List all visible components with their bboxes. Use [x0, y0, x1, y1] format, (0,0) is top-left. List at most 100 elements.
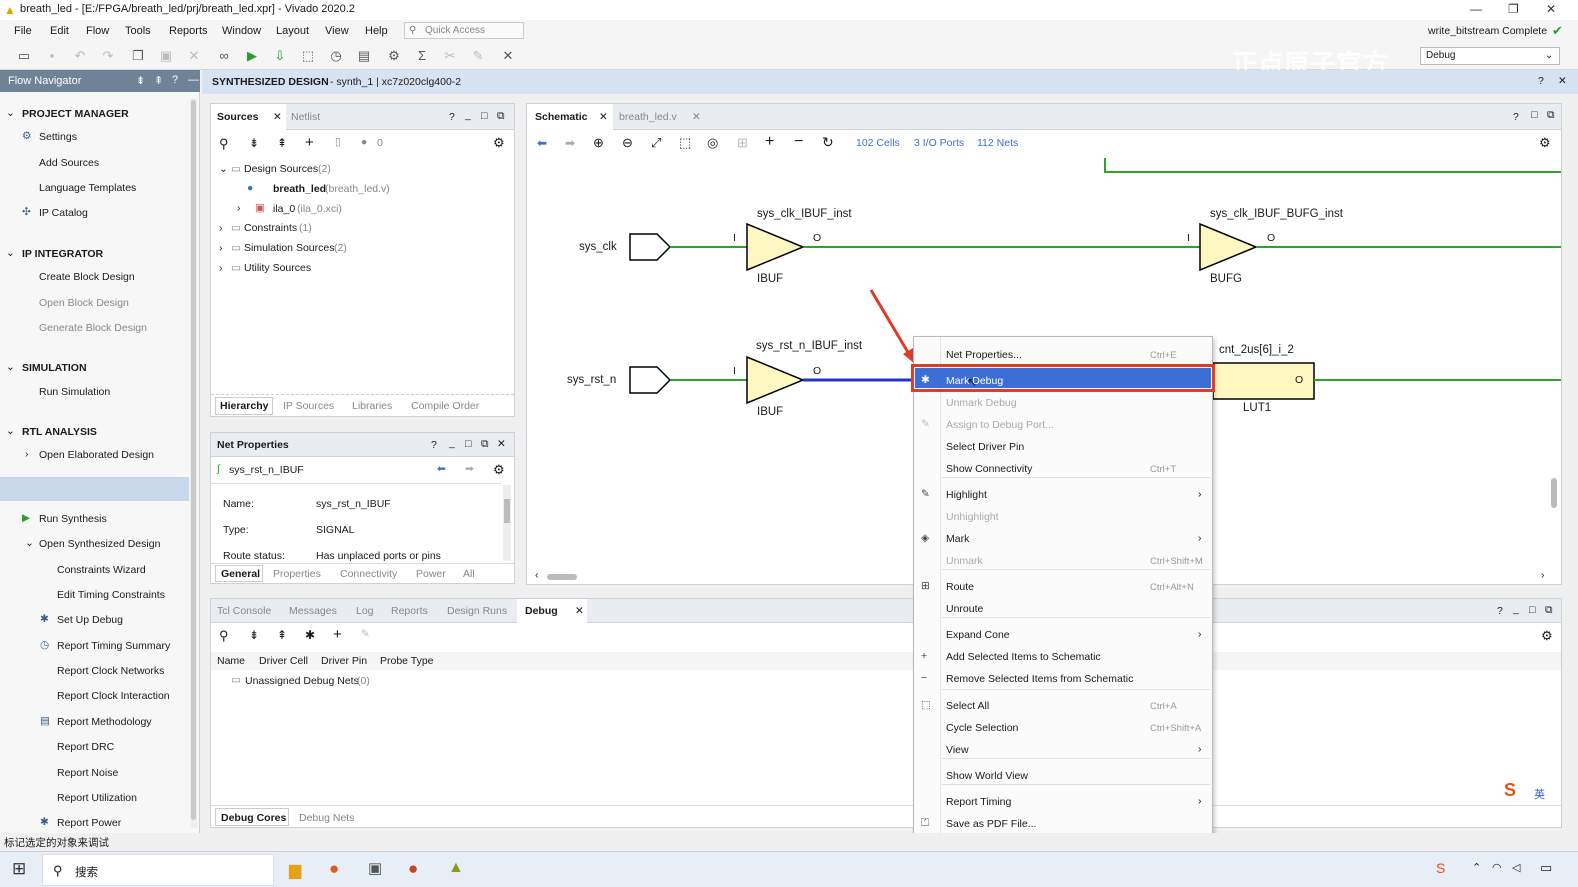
chevron-right-icon[interactable]: ›: [219, 222, 223, 234]
tree-utility-sources[interactable]: Utility Sources: [244, 262, 311, 274]
taskbar-search[interactable]: ⚲ 搜索: [42, 854, 274, 886]
back-arrow-icon[interactable]: ⬅: [437, 463, 446, 475]
view-icon[interactable]: ∞: [216, 48, 232, 64]
back-arrow-icon[interactable]: ⬅: [537, 136, 547, 150]
close-icon[interactable]: ✕: [599, 111, 608, 123]
menu-item-mark[interactable]: Mark: [946, 533, 969, 545]
sys-rst-port[interactable]: [629, 366, 672, 394]
chevron-down-icon[interactable]: ⌄: [219, 163, 228, 175]
app-icon[interactable]: ▣: [368, 859, 382, 877]
tab-sources[interactable]: Sources ✕: [211, 104, 286, 130]
delete-icon[interactable]: ✕: [186, 48, 202, 64]
chevron-left-icon[interactable]: ‹: [535, 569, 539, 581]
tab-hierarchy[interactable]: Hierarchy: [215, 397, 273, 415]
menu-help[interactable]: Help: [365, 25, 388, 37]
network-icon[interactable]: ◠: [1492, 861, 1502, 874]
add-icon[interactable]: +: [305, 134, 314, 151]
tab-debug[interactable]: Debug ✕: [517, 599, 587, 623]
tab-messages[interactable]: Messages: [289, 605, 337, 617]
nav-item-ip-catalog[interactable]: IP Catalog: [39, 207, 88, 219]
nav-item-report-methodology[interactable]: Report Methodology: [57, 716, 152, 728]
ime-indicator[interactable]: S 英: [1504, 780, 1564, 804]
minimize-icon[interactable]: —: [1470, 2, 1482, 16]
col-driver-pin[interactable]: Driver Pin: [321, 655, 367, 667]
tab-power[interactable]: Power: [416, 568, 446, 580]
col-probe-type[interactable]: Probe Type: [380, 655, 434, 667]
firefox-icon[interactable]: ●: [329, 859, 339, 879]
gear-icon[interactable]: ⚙: [493, 462, 505, 478]
tab-libraries[interactable]: Libraries: [352, 400, 392, 412]
tab-compile-order[interactable]: Compile Order: [411, 400, 479, 412]
minimize-icon[interactable]: _: [465, 109, 471, 121]
nets-link[interactable]: 112 Nets: [977, 137, 1018, 149]
settings-icon[interactable]: ⚙: [386, 48, 402, 64]
windows-start-icon[interactable]: ⊞: [12, 859, 26, 879]
powerpoint-icon[interactable]: ●: [408, 859, 418, 879]
nav-item-ip-integrator[interactable]: IP INTEGRATOR: [22, 248, 103, 260]
vscroll-thumb[interactable]: [1551, 478, 1557, 508]
menu-item-select-driver-pin[interactable]: Select Driver Pin: [946, 441, 1024, 453]
close-icon[interactable]: ✕: [692, 111, 701, 123]
copy-icon[interactable]: ❐: [130, 48, 146, 64]
minimize-icon[interactable]: _: [449, 437, 455, 449]
maximize-icon[interactable]: □: [1531, 109, 1537, 121]
tree-ila[interactable]: ila_0: [273, 203, 295, 215]
top-wire[interactable]: [1104, 158, 1561, 173]
tab-reports[interactable]: Reports: [391, 605, 428, 617]
menu-edit[interactable]: Edit: [50, 25, 69, 37]
help-icon[interactable]: ?: [1497, 605, 1503, 617]
collapse-all-icon[interactable]: ⇟: [249, 628, 259, 642]
cut-icon[interactable]: ✂: [442, 48, 458, 64]
tab-netlist[interactable]: Netlist: [291, 111, 320, 123]
report-icon[interactable]: ▤: [356, 48, 372, 64]
layout-select[interactable]: Debug ⌄: [1420, 47, 1560, 65]
close-icon[interactable]: ✕: [575, 605, 584, 617]
props-scroll-thumb[interactable]: [504, 499, 510, 523]
props-scrollbar[interactable]: [503, 485, 511, 561]
nav-item-run-synthesis[interactable]: Run Synthesis: [39, 513, 107, 525]
zoom-out-icon[interactable]: ⊖: [622, 135, 633, 151]
tree-simulation-sources[interactable]: Simulation Sources: [244, 242, 334, 254]
col-name[interactable]: Name: [217, 655, 245, 667]
menu-item-show-connectivity[interactable]: Show Connectivity: [946, 463, 1032, 475]
nav-item-edit-timing-constraints[interactable]: Edit Timing Constraints: [57, 589, 165, 601]
close-icon[interactable]: ✕: [1558, 75, 1567, 87]
paste-icon[interactable]: ▣: [158, 48, 174, 64]
tab-debug-nets[interactable]: Debug Nets: [299, 812, 354, 824]
chevron-right-icon[interactable]: ›: [1541, 569, 1545, 581]
timing-icon[interactable]: ◷: [328, 48, 344, 64]
menu-tools[interactable]: Tools: [125, 25, 151, 37]
zoom-in-icon[interactable]: ⊕: [593, 135, 604, 151]
col-driver-cell[interactable]: Driver Cell: [259, 655, 308, 667]
tools-icon[interactable]: ✕: [500, 48, 516, 64]
chevron-down-icon[interactable]: ⌄: [6, 107, 15, 119]
tab-general[interactable]: General: [215, 565, 263, 582]
tab-tcl-console[interactable]: Tcl Console: [217, 605, 271, 617]
notification-icon[interactable]: ▭: [1540, 860, 1552, 876]
nav-item-open-synthesized-design[interactable]: Open Synthesized Design: [39, 538, 160, 550]
help-icon[interactable]: ?: [449, 111, 455, 123]
chevron-right-icon[interactable]: ›: [237, 202, 241, 214]
open-icon[interactable]: ▭: [16, 48, 32, 64]
nav-item-constraints-wizard[interactable]: Constraints Wizard: [57, 564, 146, 576]
menu-file[interactable]: File: [14, 25, 32, 37]
tab-log[interactable]: Log: [356, 605, 374, 617]
close-icon[interactable]: ✕: [273, 111, 282, 123]
gear-icon[interactable]: ⚙: [1539, 135, 1551, 151]
nav-item-report-utilization[interactable]: Report Utilization: [57, 792, 137, 804]
nav-scrollbar[interactable]: [190, 98, 197, 828]
file-explorer-icon[interactable]: ▆: [289, 860, 301, 880]
add-icon[interactable]: +: [333, 626, 342, 643]
menu-layout[interactable]: Layout: [276, 25, 309, 37]
nav-item-set-up-debug[interactable]: Set Up Debug: [57, 614, 123, 626]
help-icon[interactable]: ?: [431, 439, 437, 451]
nav-item-create-block-design[interactable]: Create Block Design: [39, 271, 135, 283]
menu-item-highlight[interactable]: Highlight: [946, 489, 987, 501]
ports-link[interactable]: 3 I/O Ports: [914, 137, 964, 149]
forward-arrow-icon[interactable]: ➡: [465, 463, 474, 475]
nav-item-language-templates[interactable]: Language Templates: [39, 182, 136, 194]
close-icon[interactable]: ✕: [497, 438, 506, 450]
bug-icon[interactable]: ✱: [305, 628, 315, 642]
menu-view[interactable]: View: [325, 25, 349, 37]
help-icon[interactable]: ?: [172, 74, 178, 86]
